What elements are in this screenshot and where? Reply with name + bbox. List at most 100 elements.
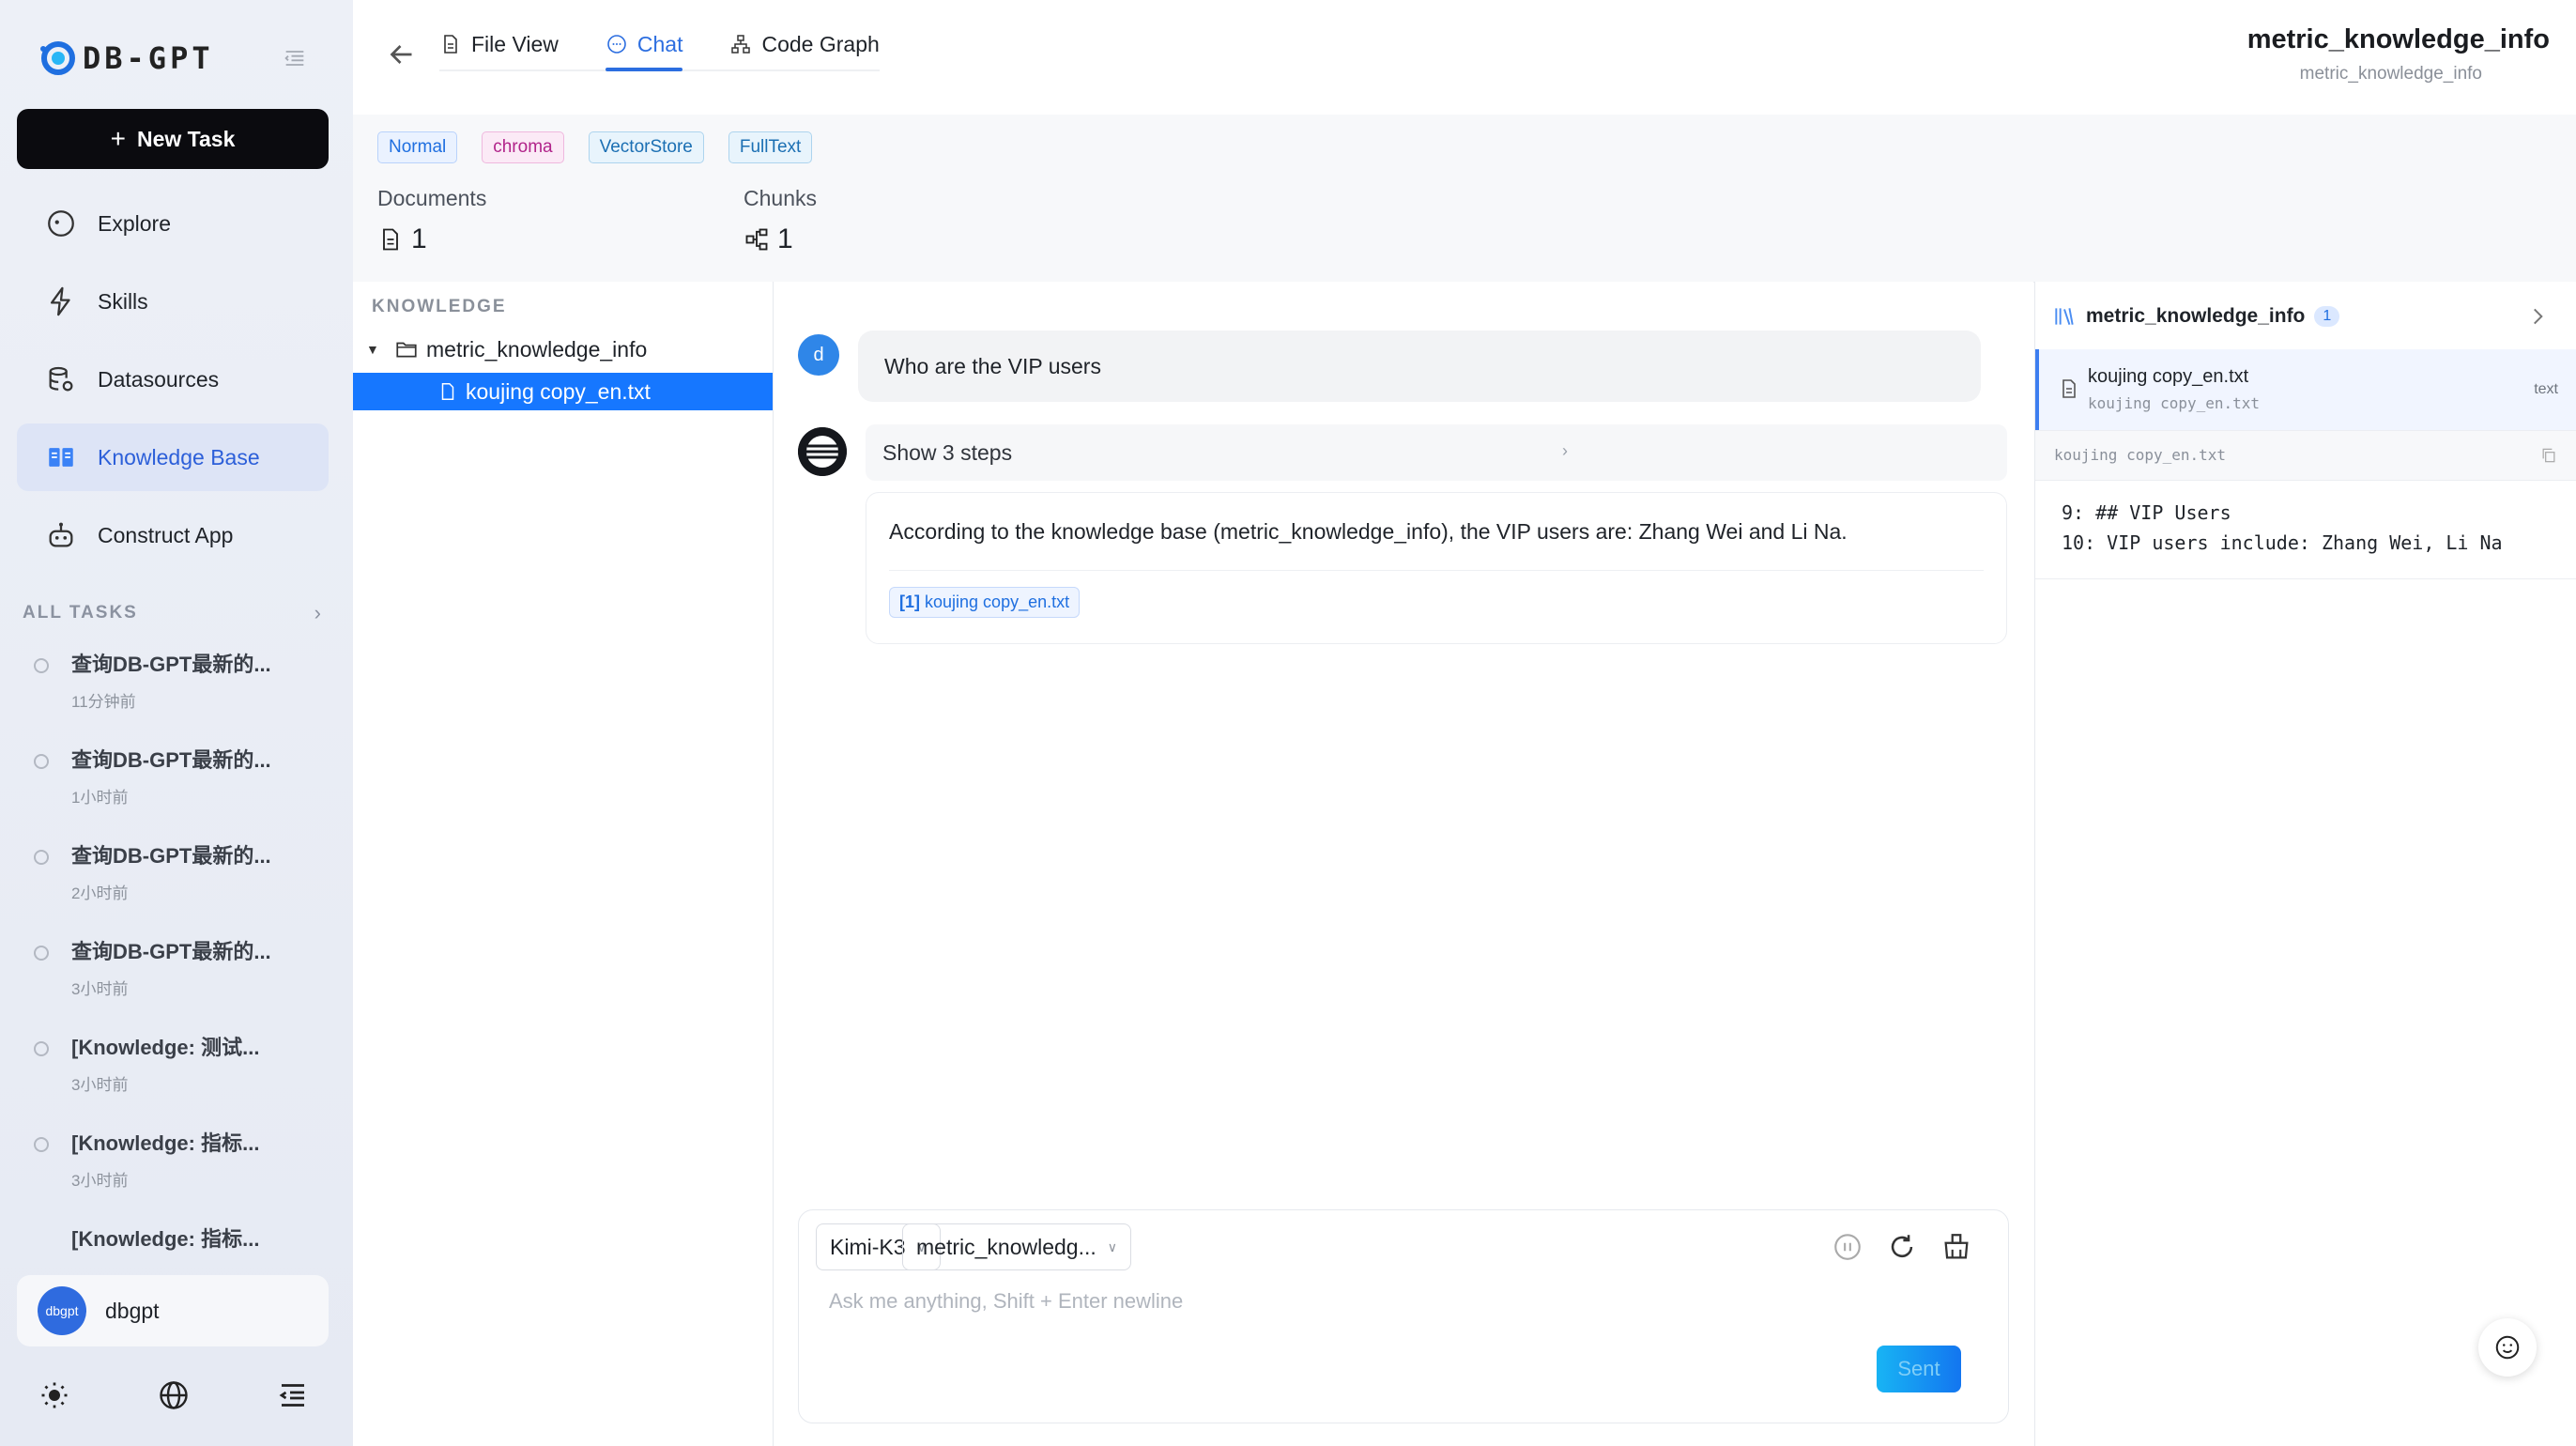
sidebar-item-knowledge-base[interactable]: Knowledge Base xyxy=(17,423,329,491)
view-tabs: File View Chat Code Graph xyxy=(439,21,880,71)
knowledge-select[interactable]: metric_knowledg... ∨ xyxy=(902,1223,1131,1270)
task-item[interactable]: 查询DB-GPT最新的... 2小时前 xyxy=(32,839,314,935)
all-tasks-header[interactable]: ALL TASKS › xyxy=(23,601,323,625)
answer-text: According to the knowledge base (metric_… xyxy=(889,519,1848,544)
task-item[interactable]: 查询DB-GPT最新的... 3小时前 xyxy=(32,935,314,1031)
citation-chip[interactable]: [1] koujing copy_en.txt xyxy=(889,587,1081,618)
reference-file-bar: koujing copy_en.txt xyxy=(2035,430,2576,481)
caret-down-icon[interactable]: ▼ xyxy=(366,342,385,357)
new-task-button[interactable]: + New Task xyxy=(17,109,329,169)
assistant-avatar-icon xyxy=(798,427,847,476)
menu-collapse-icon[interactable] xyxy=(276,1378,310,1412)
copy-icon[interactable] xyxy=(2539,446,2558,465)
new-task-label: New Task xyxy=(136,126,236,151)
chunks-icon xyxy=(745,228,768,251)
reference-name: koujing copy_en.txt xyxy=(2088,366,2249,387)
documents-value: 1 xyxy=(411,223,427,254)
logo[interactable]: DB-GPT xyxy=(36,38,214,79)
chat-input[interactable]: Ask me anything, Shift + Enter newline xyxy=(829,1289,1183,1314)
tab-code-graph[interactable]: Code Graph xyxy=(729,21,880,68)
task-item[interactable]: [Knowledge: 指标... 3小时前 xyxy=(32,1127,314,1223)
sidebar-item-datasources[interactable]: Datasources xyxy=(17,346,329,413)
citation-index: [1] xyxy=(899,592,920,611)
task-title: [Knowledge: 指标... xyxy=(71,1131,260,1155)
broom-icon[interactable] xyxy=(1940,1231,1972,1263)
task-status-icon xyxy=(34,658,49,673)
avatar: dbgpt xyxy=(38,1286,86,1335)
graph-icon xyxy=(731,35,751,54)
reference-item[interactable]: koujing copy_en.txt koujing copy_en.txt … xyxy=(2035,349,2576,430)
sidebar: DB-GPT + New Task Explore Skills Datasou… xyxy=(0,0,354,1446)
tree-file-selected[interactable]: koujing copy_en.txt xyxy=(353,373,773,410)
document-icon xyxy=(383,228,398,251)
task-item[interactable]: [Knowledge: 测试... 3小时前 xyxy=(32,1031,314,1127)
task-time: 3小时前 xyxy=(71,980,129,998)
model-select-value: Kimi-K3 xyxy=(830,1234,906,1259)
sidebar-item-label: Knowledge Base xyxy=(98,444,260,469)
task-status-icon xyxy=(34,946,49,961)
task-time: 3小时前 xyxy=(71,1172,129,1190)
sidebar-item-label: Skills xyxy=(98,288,148,314)
lightning-icon xyxy=(50,286,70,316)
sidebar-item-construct-app[interactable]: Construct App xyxy=(17,501,329,569)
task-item[interactable]: 查询DB-GPT最新的... 1小时前 xyxy=(32,744,314,839)
references-header[interactable]: metric_knowledge_info 1 xyxy=(2052,299,2559,334)
task-item[interactable]: 查询DB-GPT最新的... 11分钟前 xyxy=(32,648,314,744)
tab-label: Code Graph xyxy=(761,31,880,56)
documents-count: 1 xyxy=(377,223,427,255)
task-title: [Knowledge: 测试... xyxy=(71,1036,260,1059)
refresh-icon[interactable] xyxy=(1886,1231,1918,1263)
back-arrow-icon[interactable] xyxy=(385,38,419,71)
file-icon xyxy=(444,35,457,54)
references-panel: metric_knowledge_info 1 koujing copy_en.… xyxy=(2034,282,2576,1446)
file-icon xyxy=(2062,379,2076,398)
folder-icon xyxy=(396,342,417,358)
knowledge-tree: KNOWLEDGE ▼ metric_knowledge_info koujin… xyxy=(353,282,774,1446)
references-title: metric_knowledge_info xyxy=(2086,305,2306,327)
chevron-right-icon[interactable] xyxy=(2525,304,2550,329)
task-title: 查询DB-GPT最新的... xyxy=(71,653,271,676)
task-title: 查询DB-GPT最新的... xyxy=(71,940,271,963)
task-title: [Knowledge: 指标... xyxy=(71,1227,260,1251)
task-time: 1小时前 xyxy=(71,789,129,807)
send-button[interactable]: Sent xyxy=(1877,1346,1961,1392)
sidebar-nav: Explore Skills Datasources Knowledge Bas… xyxy=(17,190,329,579)
chunks-count: 1 xyxy=(744,223,793,255)
task-status-icon xyxy=(34,850,49,865)
tab-chat[interactable]: Chat xyxy=(605,21,683,71)
task-item[interactable]: [Knowledge: 指标... xyxy=(32,1223,314,1258)
pause-icon[interactable] xyxy=(1832,1231,1863,1263)
references-count: 1 xyxy=(2314,306,2340,327)
tree-folder[interactable]: ▼ metric_knowledge_info xyxy=(353,329,773,370)
sidebar-item-label: Explore xyxy=(98,210,171,236)
chunks-label: Chunks xyxy=(744,186,817,210)
logo-text: DB-GPT xyxy=(83,40,214,76)
sun-icon[interactable] xyxy=(38,1378,71,1412)
tag-normal: Normal xyxy=(377,131,458,163)
feedback-button[interactable] xyxy=(2478,1318,2537,1377)
user-profile[interactable]: dbgpt dbgpt xyxy=(17,1275,329,1346)
user-message: Who are the VIP users xyxy=(858,331,1981,402)
tab-label: Chat xyxy=(636,31,683,56)
task-title: 查询DB-GPT最新的... xyxy=(71,844,271,868)
page-title: metric_knowledge_info xyxy=(2246,24,2550,54)
task-time: 11分钟前 xyxy=(71,693,136,711)
chevron-right-icon: › xyxy=(314,601,323,624)
sidebar-item-label: Datasources xyxy=(98,366,220,392)
sidebar-item-skills[interactable]: Skills xyxy=(17,268,329,335)
knowledge-meta: Normal chroma VectorStore FullText Docum… xyxy=(353,115,2576,283)
sidebar-item-explore[interactable]: Explore xyxy=(17,190,329,257)
tab-file-view[interactable]: File View xyxy=(439,21,559,68)
task-status-icon xyxy=(34,1137,49,1152)
knowledge-select-value: metric_knowledg... xyxy=(916,1234,1096,1259)
show-steps-toggle[interactable]: Show 3 steps › xyxy=(866,424,2007,481)
tag-fulltext: FullText xyxy=(728,131,813,163)
task-time: 2小时前 xyxy=(71,885,129,902)
sidebar-collapse-icon[interactable] xyxy=(282,45,308,71)
globe-icon[interactable] xyxy=(157,1378,191,1412)
tab-label: File View xyxy=(471,31,559,56)
chunks-value: 1 xyxy=(777,223,793,254)
chat-icon xyxy=(607,35,626,54)
plus-icon: + xyxy=(110,124,126,153)
task-status-icon xyxy=(34,1041,49,1056)
